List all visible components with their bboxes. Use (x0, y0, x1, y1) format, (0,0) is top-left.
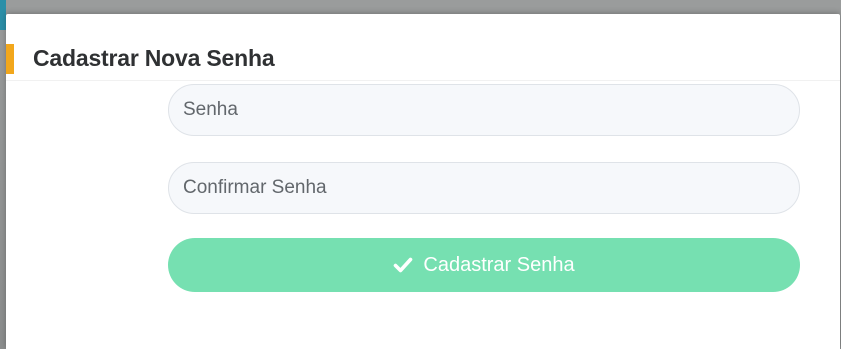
password-input[interactable] (168, 84, 800, 136)
register-password-button-label: Cadastrar Senha (423, 253, 575, 276)
confirm-password-input[interactable] (168, 162, 800, 214)
header-accent-bar (6, 44, 14, 74)
modal-header: Cadastrar Nova Senha (6, 40, 840, 81)
register-password-button[interactable]: Cadastrar Senha (168, 238, 800, 292)
modal-title: Cadastrar Nova Senha (33, 45, 275, 71)
check-icon (393, 255, 413, 275)
